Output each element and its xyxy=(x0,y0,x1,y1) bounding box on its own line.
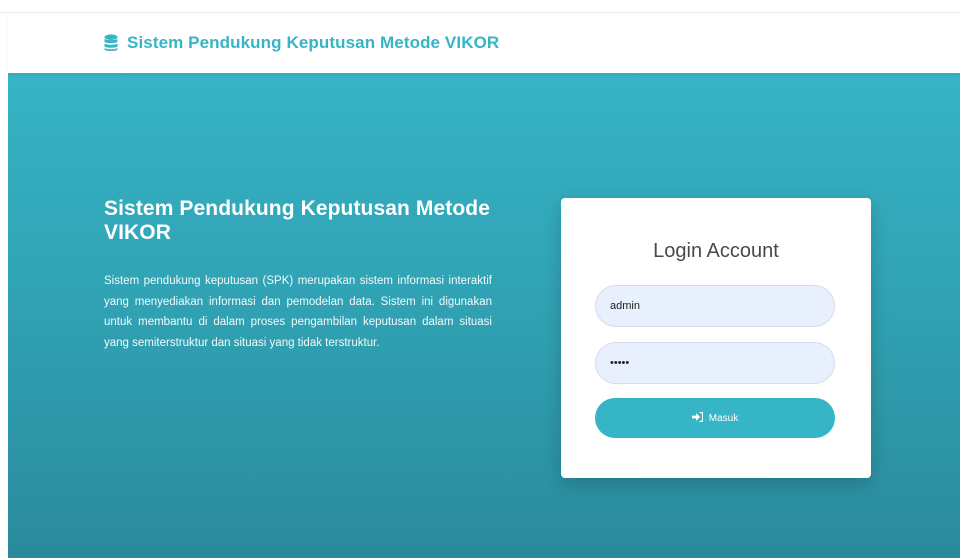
sign-in-icon xyxy=(691,411,703,425)
hero-description: Sistem pendukung keputusan (SPK) merupak… xyxy=(104,275,492,349)
database-icon xyxy=(104,34,118,52)
hero-title: Sistem Pendukung Keputusan Metode VIKOR xyxy=(104,197,491,244)
navbar: Sistem Pendukung Keputusan Metode VIKOR xyxy=(8,13,960,73)
intro-block: Sistem Pendukung Keputusan Metode VIKOR … xyxy=(104,197,492,353)
password-input[interactable] xyxy=(595,342,835,384)
login-button[interactable]: Masuk xyxy=(595,398,835,438)
brand-link[interactable]: Sistem Pendukung Keputusan Metode VIKOR xyxy=(104,33,499,53)
login-card: Login Account Masuk xyxy=(561,198,871,478)
top-strip xyxy=(0,0,960,13)
brand-title: Sistem Pendukung Keputusan Metode VIKOR xyxy=(127,33,500,52)
login-button-label: Masuk xyxy=(708,412,739,424)
hero-section: Sistem Pendukung Keputusan Metode VIKOR … xyxy=(8,73,960,558)
login-title: Login Account xyxy=(653,240,779,262)
username-input[interactable] xyxy=(595,285,835,327)
